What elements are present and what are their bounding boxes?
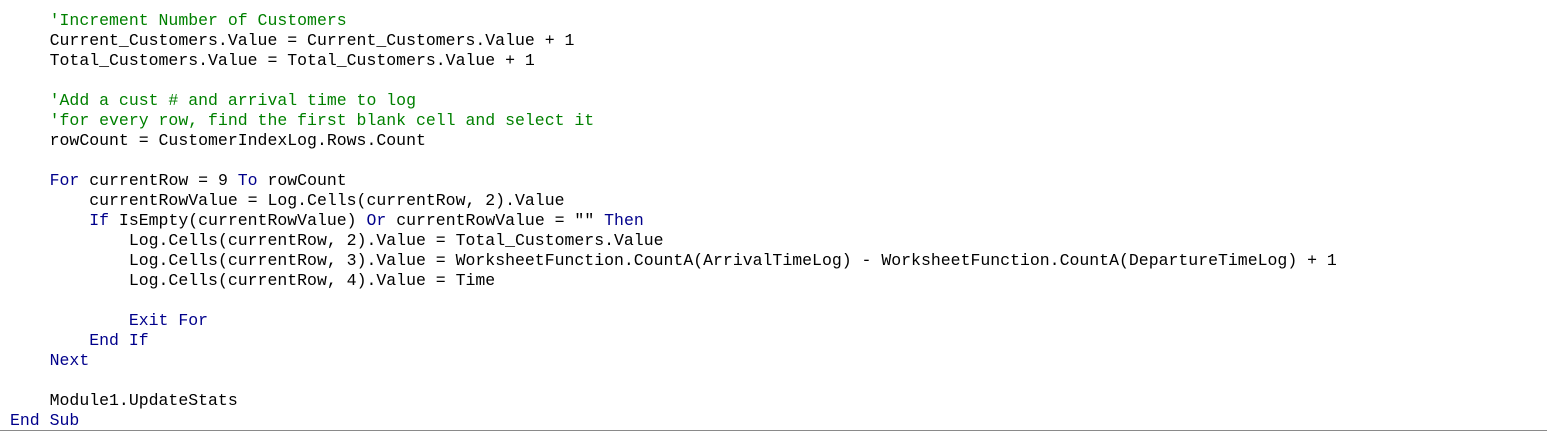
code-line[interactable]: Log.Cells(currentRow, 3).Value = Workshe… (10, 251, 1337, 271)
code-line[interactable]: Log.Cells(currentRow, 2).Value = Total_C… (10, 231, 1337, 251)
code-line[interactable]: 'Add a cust # and arrival time to log (10, 91, 1337, 111)
code-text: rowCount = CustomerIndexLog.Rows.Count (49, 131, 426, 150)
code-line[interactable] (10, 371, 1337, 391)
code-text: Log.Cells(currentRow, 3).Value = Workshe… (128, 251, 1337, 270)
code-line[interactable]: If IsEmpty(currentRowValue) Or currentRo… (10, 211, 1337, 231)
code-line[interactable]: Log.Cells(currentRow, 4).Value = Time (10, 271, 1337, 291)
code-line[interactable]: currentRowValue = Log.Cells(currentRow, … (10, 191, 1337, 211)
code-text: currentRow = 9 (79, 171, 238, 190)
code-line[interactable]: rowCount = CustomerIndexLog.Rows.Count (10, 131, 1337, 151)
code-keyword: If (89, 211, 110, 230)
procedure-separator (0, 430, 1547, 431)
code-comment: 'for every row, find the first blank cel… (49, 111, 595, 130)
code-keyword: Exit For (128, 311, 209, 330)
code-line[interactable]: For currentRow = 9 To rowCount (10, 171, 1337, 191)
code-line[interactable] (10, 151, 1337, 171)
code-keyword: For (49, 171, 80, 190)
code-window[interactable]: 'Increment Number of Customers Current_C… (10, 11, 1337, 431)
code-line[interactable]: 'for every row, find the first blank cel… (10, 111, 1337, 131)
code-keyword: Or (366, 211, 387, 230)
code-keyword: Next (49, 351, 90, 370)
code-line[interactable] (10, 71, 1337, 91)
code-line[interactable]: Total_Customers.Value = Total_Customers.… (10, 51, 1337, 71)
code-line[interactable]: Current_Customers.Value = Current_Custom… (10, 31, 1337, 51)
code-text: rowCount (257, 171, 347, 190)
code-line[interactable]: Module1.UpdateStats (10, 391, 1337, 411)
code-line[interactable]: Next (10, 351, 1337, 371)
code-comment: 'Increment Number of Customers (49, 11, 347, 30)
code-line[interactable]: End If (10, 331, 1337, 351)
code-line[interactable]: Exit For (10, 311, 1337, 331)
code-line[interactable]: End Sub (10, 411, 1337, 431)
code-editor[interactable]: 'Increment Number of Customers Current_C… (0, 0, 1547, 439)
code-keyword: Then (604, 211, 644, 230)
code-comment: 'Add a cust # and arrival time to log (49, 91, 416, 110)
code-text: Log.Cells(currentRow, 4).Value = Time (128, 271, 496, 290)
code-text: Total_Customers.Value = Total_Customers.… (49, 51, 535, 70)
code-text: currentRowValue = "" (386, 211, 605, 230)
code-text: IsEmpty(currentRowValue) (109, 211, 367, 230)
code-text: currentRowValue = Log.Cells(currentRow, … (89, 191, 565, 210)
code-text: Current_Customers.Value = Current_Custom… (49, 31, 575, 50)
code-keyword: End Sub (10, 411, 80, 430)
code-keyword: End If (89, 331, 149, 350)
code-line[interactable] (10, 291, 1337, 311)
code-text: Module1.UpdateStats (49, 391, 238, 410)
code-line[interactable]: 'Increment Number of Customers (10, 11, 1337, 31)
code-keyword: To (237, 171, 258, 190)
code-text: Log.Cells(currentRow, 2).Value = Total_C… (128, 231, 664, 250)
